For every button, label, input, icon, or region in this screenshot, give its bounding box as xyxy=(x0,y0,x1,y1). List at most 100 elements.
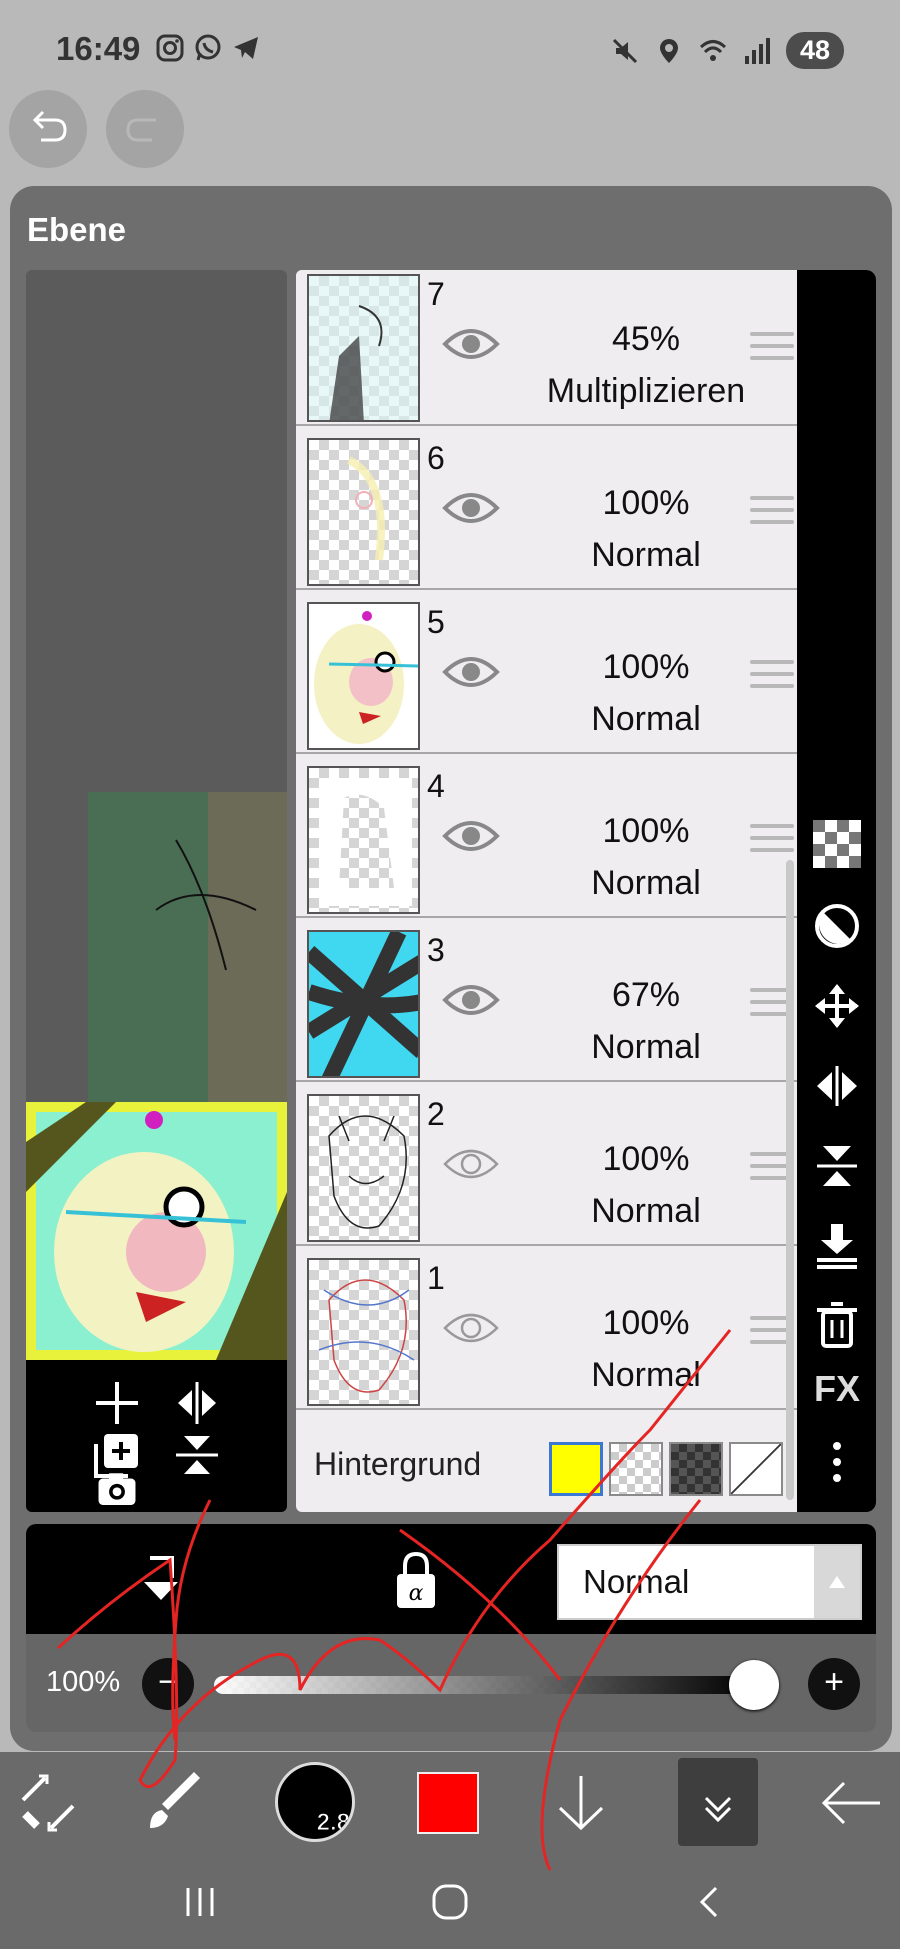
system-back-button[interactable] xyxy=(690,1882,730,1922)
brush-tool-button[interactable] xyxy=(142,1770,208,1836)
brush-icon xyxy=(150,1772,200,1828)
preview-toolbar xyxy=(26,1360,287,1512)
flip-horizontal-button[interactable] xyxy=(813,1062,861,1110)
mute-icon xyxy=(612,38,638,63)
layer-thumbnail xyxy=(307,1094,420,1242)
invert-button[interactable] xyxy=(813,902,861,950)
transform-tool-button[interactable] xyxy=(15,1770,81,1836)
chevron-double-down-icon xyxy=(704,1796,732,1823)
eye-icon xyxy=(442,493,500,523)
merge-down-button[interactable] xyxy=(813,1222,861,1270)
layer-row[interactable]: 7 45% Multiplizieren xyxy=(296,270,807,426)
flip-vertical-icon xyxy=(176,1436,218,1474)
layers-toggle-button[interactable] xyxy=(678,1758,758,1846)
back-button[interactable] xyxy=(818,1770,884,1836)
drag-handle-icon[interactable] xyxy=(750,496,794,532)
opacity-slider[interactable] xyxy=(214,1676,754,1694)
layer-mode-bar: α Normal xyxy=(26,1524,876,1634)
delete-layer-button[interactable] xyxy=(813,1300,861,1348)
arrow-down-icon xyxy=(558,1776,604,1831)
layer-opacity: 100% xyxy=(602,812,690,850)
battery-badge: 48 xyxy=(786,32,844,69)
dropdown-arrow-icon xyxy=(814,1546,860,1618)
camera-button[interactable] xyxy=(92,1468,142,1512)
drag-handle-icon[interactable] xyxy=(750,660,794,696)
opacity-decrease-button[interactable]: − xyxy=(142,1658,194,1710)
preview-flip-vertical-button[interactable] xyxy=(172,1430,222,1480)
visibility-toggle[interactable] xyxy=(442,322,500,366)
app-toolbar: 2.8 xyxy=(0,1752,900,1852)
more-options-button[interactable] xyxy=(813,1438,861,1486)
flip-vertical-button[interactable] xyxy=(813,1142,861,1190)
recents-icon xyxy=(186,1888,214,1916)
visibility-toggle[interactable] xyxy=(442,814,500,858)
invert-icon xyxy=(815,904,859,948)
layer-thumbnail xyxy=(307,1258,420,1406)
layer-row[interactable]: 2 100% Normal xyxy=(296,1082,807,1246)
visibility-toggle[interactable] xyxy=(442,978,500,1022)
layer-row[interactable]: 1 100% Normal xyxy=(296,1246,807,1410)
layer-blend-mode: Normal xyxy=(591,700,701,738)
transform-icon xyxy=(21,1774,75,1832)
layer-list[interactable]: 7 45% Multiplizieren 6 100% Normal 5 100… xyxy=(296,270,807,1512)
eye-icon xyxy=(442,657,500,687)
status-bar: 16:49 48 xyxy=(0,0,900,100)
layer-row[interactable]: 4 100% Normal xyxy=(296,754,807,918)
layer-opacity: 100% xyxy=(602,648,690,686)
clipping-button[interactable] xyxy=(136,1554,186,1610)
preview-flip-horizontal-button[interactable] xyxy=(172,1378,222,1428)
visibility-toggle[interactable] xyxy=(442,486,500,530)
visibility-toggle[interactable] xyxy=(442,1306,500,1350)
opacity-slider-handle[interactable] xyxy=(729,1660,779,1710)
layer-row[interactable]: 3 67% Normal xyxy=(296,918,807,1082)
background-swatch-yellow[interactable] xyxy=(549,1442,603,1496)
flip-horizontal-icon xyxy=(178,1382,216,1424)
blend-mode-select[interactable]: Normal xyxy=(557,1544,862,1620)
layer-number: 6 xyxy=(427,440,445,476)
layer-number: 4 xyxy=(427,768,445,804)
background-swatch-none[interactable] xyxy=(729,1442,783,1496)
layer-row[interactable]: 5 100% Normal xyxy=(296,590,807,754)
background-swatch-dark-checker[interactable] xyxy=(669,1442,723,1496)
drag-handle-icon[interactable] xyxy=(750,332,794,368)
layer-down-button[interactable] xyxy=(548,1770,614,1836)
opacity-value: 100% xyxy=(46,1666,121,1698)
layer-blend-mode: Multiplizieren xyxy=(546,372,746,410)
undo-button[interactable] xyxy=(9,90,87,168)
move-button[interactable] xyxy=(813,982,861,1030)
color-button[interactable] xyxy=(417,1772,479,1834)
layer-opacity: 45% xyxy=(611,320,681,358)
canvas-preview[interactable] xyxy=(26,270,287,1512)
visibility-toggle[interactable] xyxy=(442,1142,500,1186)
add-layer-button[interactable] xyxy=(92,1378,142,1428)
opacity-increase-button[interactable]: + xyxy=(808,1658,860,1710)
blend-mode-value: Normal xyxy=(583,1563,690,1600)
system-nav-bar xyxy=(0,1852,900,1949)
background-swatch-transparent[interactable] xyxy=(609,1442,663,1496)
layer-list-scrollbar[interactable] xyxy=(786,860,794,1500)
opacity-row: 100% − + xyxy=(26,1634,876,1732)
fx-button[interactable]: FX xyxy=(809,1368,865,1410)
layer-number: 3 xyxy=(427,932,445,968)
eye-off-icon xyxy=(443,1313,499,1343)
layer-thumbnail xyxy=(307,602,420,750)
layer-opacity: 100% xyxy=(602,1304,690,1342)
background-label: Hintergrund xyxy=(314,1446,482,1482)
flip-vertical-icon xyxy=(817,1146,857,1186)
transparency-lock-button[interactable] xyxy=(813,820,861,868)
drag-handle-icon[interactable] xyxy=(750,824,794,860)
home-button[interactable] xyxy=(430,1882,470,1922)
eye-icon xyxy=(442,329,500,359)
visibility-toggle[interactable] xyxy=(442,650,500,694)
recent-apps-button[interactable] xyxy=(180,1882,220,1922)
checker-icon xyxy=(813,820,861,868)
layer-thumbnail xyxy=(307,274,420,422)
signal-icon xyxy=(745,37,770,64)
redo-button[interactable] xyxy=(106,90,184,168)
layer-dialog: Ebene 7 45% Multiplizieren 6 100% Normal… xyxy=(10,186,892,1751)
alpha-lock-button[interactable]: α xyxy=(391,1550,441,1612)
brush-size-button[interactable]: 2.8 xyxy=(275,1762,355,1842)
merge-down-icon xyxy=(817,1224,857,1269)
layer-row[interactable]: 6 100% Normal xyxy=(296,426,807,590)
layer-blend-mode: Normal xyxy=(591,1028,701,1066)
